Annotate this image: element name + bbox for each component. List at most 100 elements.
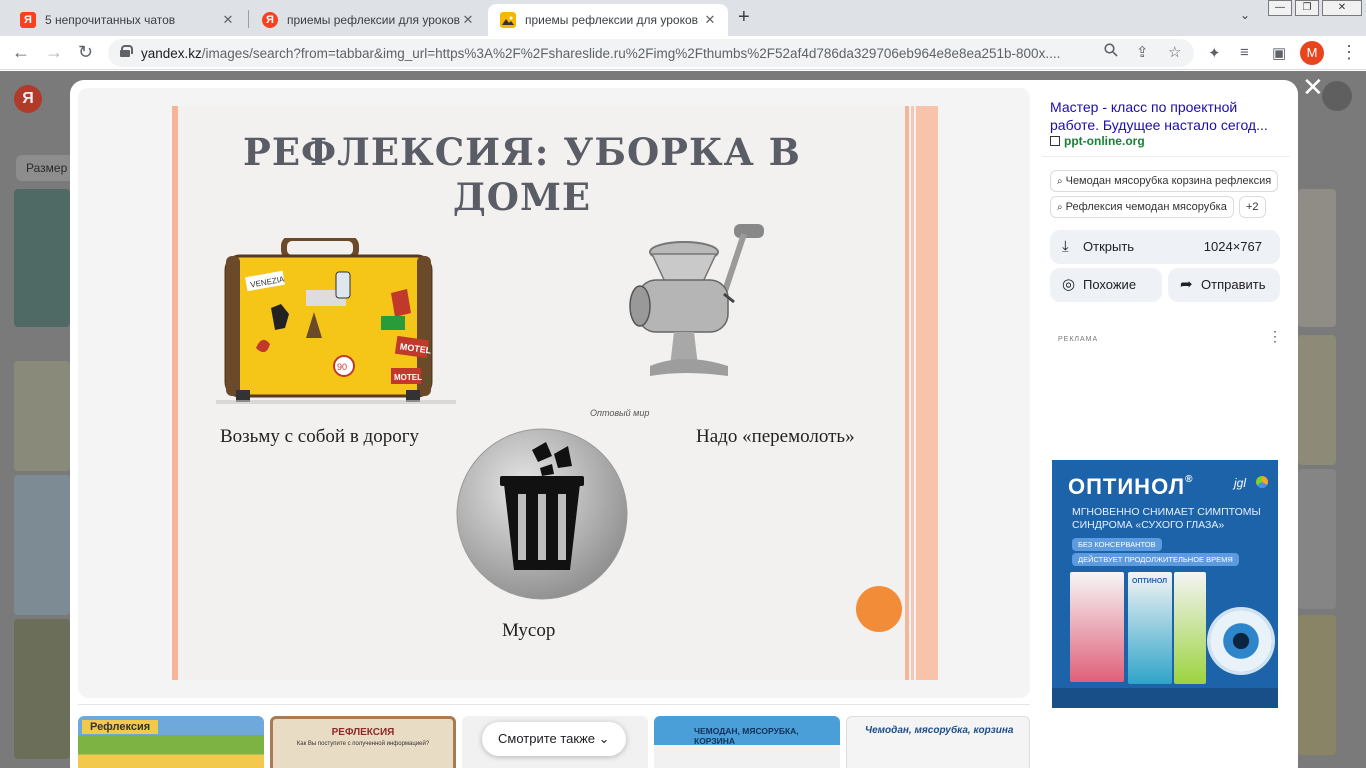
result-thumbnail[interactable] (1298, 189, 1336, 327)
thumbnail-caption: Рефлексия (82, 720, 159, 734)
browser-toolbar: ← → ↻ yandex.kz/images/search?from=tabba… (0, 36, 1366, 70)
download-icon: ⤓ (1062, 238, 1069, 255)
image-viewer-modal: РЕФЛЕКСИЯ: УБОРКА В ДОМЕ VENEZIA MOTEL 9… (70, 80, 1298, 768)
tab-chats[interactable]: Я 5 непрочитанных чатов ✕ (8, 4, 246, 36)
result-thumbnail[interactable] (14, 361, 70, 471)
ad-maker-logo-icon (1256, 476, 1268, 488)
ad-badge: ДЕЙСТВУЕТ ПРОДОЛЖИТЕЛЬНОЕ ВРЕМЯ (1072, 553, 1239, 566)
similar-images-button[interactable]: ◎ Похожие (1050, 268, 1162, 302)
bookmark-star-icon[interactable]: ☆ (1168, 43, 1181, 61)
image-dimensions: 1024×767 (1203, 239, 1262, 254)
slide-stripe-right (916, 106, 938, 680)
sticker-number: 90 (337, 362, 347, 372)
new-tab-icon[interactable]: + (738, 6, 750, 29)
close-tab-icon[interactable]: ✕ (702, 12, 718, 28)
tab-search-results[interactable]: Я приемы рефлексии для уроков фи ✕ (250, 4, 486, 36)
lock-icon[interactable] (120, 45, 133, 57)
eye-illustration (1210, 610, 1272, 672)
main-image-frame[interactable]: РЕФЛЕКСИЯ: УБОРКА В ДОМЕ VENEZIA MOTEL 9… (78, 88, 1030, 698)
result-thumbnail[interactable] (14, 189, 70, 327)
caption-trash: Мусор (502, 620, 556, 641)
related-query-chip[interactable]: ⌕ Чемодан мясорубка корзина рефлексия (1050, 170, 1279, 192)
minimize-window-icon[interactable]: — (1268, 0, 1292, 16)
result-thumbnail[interactable] (1298, 335, 1336, 465)
similar-image-thumbnail[interactable]: Рефлексия (78, 716, 264, 768)
similar-image-thumbnail[interactable]: Чемодан, мясорубка, корзина (846, 716, 1030, 768)
side-panel-icon[interactable]: ▣ (1272, 44, 1286, 62)
ad-banner[interactable]: ОПТИНОЛ® jgl МГНОВЕННО СНИМАЕТ СИМПТОМЫ … (1052, 460, 1278, 708)
search-lens-icon[interactable] (1104, 43, 1118, 61)
slide-stripe-right (905, 106, 909, 680)
ad-menu-icon[interactable]: ⋮ (1268, 328, 1282, 345)
slide-title: РЕФЛЕКСИЯ: УБОРКА В ДОМЕ (243, 130, 801, 219)
back-arrow-icon[interactable]: ← (12, 42, 30, 63)
url-text[interactable]: yandex.kz/images/search?from=tabbar&img_… (141, 46, 1091, 61)
trash-can-illustration (456, 428, 628, 600)
share-button[interactable]: ➦ Отправить (1168, 268, 1280, 302)
forward-arrow-icon[interactable]: → (45, 42, 63, 63)
open-image-button[interactable]: ⤓ Открыть 1024×767 (1050, 230, 1280, 264)
product-box: ОПТИНОЛ (1128, 572, 1172, 684)
tab-separator (248, 10, 249, 28)
slide-decor-dot (856, 586, 902, 632)
reload-icon[interactable]: ↻ (78, 42, 93, 63)
see-also-button[interactable]: Смотрите также ⌄ (482, 722, 626, 756)
profile-avatar[interactable]: M (1300, 41, 1324, 65)
similar-image-thumbnail[interactable]: ЧЕМОДАН, МЯСОРУБКА, КОРЗИНА (654, 716, 840, 768)
image-icon (500, 12, 516, 28)
url-host: yandex.kz (141, 46, 202, 61)
open-label: Открыть (1083, 239, 1135, 254)
browser-menu-icon[interactable]: ⋮ (1340, 42, 1358, 63)
share-icon[interactable]: ⇪ (1136, 43, 1149, 61)
result-thumbnail[interactable] (14, 475, 70, 615)
result-thumbnail[interactable] (1298, 469, 1336, 609)
tab-search-chevron-icon[interactable]: ⌄ (1240, 8, 1250, 22)
restore-window-icon[interactable]: ❐ (1295, 0, 1319, 16)
caption-grinder: Надо «перемолоть» (696, 426, 855, 447)
extensions-icon[interactable]: ✦ (1208, 44, 1221, 62)
product-box-label: ОПТИНОЛ (1132, 578, 1168, 585)
more-queries-chip[interactable]: +2 (1239, 196, 1266, 218)
suitcase-illustration: VENEZIA MOTEL 90 MOTEL (216, 238, 456, 404)
ad-brand: ОПТИНОЛ® (1068, 474, 1193, 500)
thumbnail-subcaption: Как Вы поступите с полученной информацие… (296, 741, 430, 747)
result-thumbnail[interactable] (1298, 615, 1336, 755)
related-query-chip[interactable]: ⌕ Рефлексия чемодан мясорубка (1050, 196, 1234, 218)
ad-label: РЕКЛАМА (1058, 336, 1099, 343)
tab-image-viewer[interactable]: приемы рефлексии для уроков фи ✕ (488, 4, 728, 36)
source-title-link[interactable]: Мастер - класс по проектной работе. Буду… (1050, 98, 1282, 134)
divider (1042, 156, 1290, 157)
close-tab-icon[interactable]: ✕ (460, 12, 476, 28)
share-label: Отправить (1201, 277, 1266, 292)
close-tab-icon[interactable]: ✕ (220, 12, 236, 28)
close-viewer-icon[interactable]: ✕ (1302, 74, 1324, 100)
yandex-messenger-icon: Я (20, 12, 36, 28)
slide-stripe-left (172, 106, 178, 680)
reading-list-icon[interactable]: ≡ (1240, 44, 1249, 61)
meat-grinder-illustration (629, 224, 764, 376)
share-arrow-icon: ➦ (1180, 276, 1193, 293)
ad-headline: МГНОВЕННО СНИМАЕТ СИМПТОМЫ СИНДРОМА «СУХ… (1072, 506, 1261, 531)
thumbnail-caption: ЧЕМОДАН, МЯСОРУБКА, КОРЗИНА (694, 726, 799, 746)
reflection-slide: РЕФЛЕКСИЯ: УБОРКА В ДОМЕ VENEZIA MOTEL 9… (172, 106, 938, 680)
source-host: ppt-online.org (1064, 134, 1145, 148)
yandex-logo[interactable]: Я (14, 85, 42, 113)
search-icon: ⌕ (1057, 202, 1063, 213)
ad-brand-text: ОПТИНОЛ (1068, 474, 1186, 499)
source-host-link[interactable]: ppt-online.org (1050, 134, 1145, 148)
ad-maker: jgl (1234, 476, 1247, 490)
similar-image-thumbnail[interactable]: РЕФЛЕКСИЯ Как Вы поступите с полученной … (270, 716, 456, 768)
address-bar[interactable]: yandex.kz/images/search?from=tabbar&img_… (108, 39, 1194, 67)
user-avatar[interactable] (1322, 81, 1352, 111)
product-box (1070, 572, 1124, 682)
advertisement-block[interactable]: РЕКЛАМА ⋮ ОПТИНОЛ® jgl МГНОВЕННО СНИМАЕТ… (1042, 324, 1290, 714)
yandex-icon: Я (262, 12, 278, 28)
result-thumbnail[interactable] (14, 619, 70, 759)
ad-disclaimer-strip (1052, 688, 1278, 708)
chevron-down-icon: ⌄ (598, 731, 610, 746)
chip-label: Чемодан мясорубка корзина рефлексия (1065, 175, 1272, 187)
slide-stripe-right (911, 106, 914, 680)
tab-title: 5 непрочитанных чатов (45, 13, 176, 27)
close-window-icon[interactable]: ✕ (1322, 0, 1362, 16)
product-box (1174, 572, 1206, 684)
